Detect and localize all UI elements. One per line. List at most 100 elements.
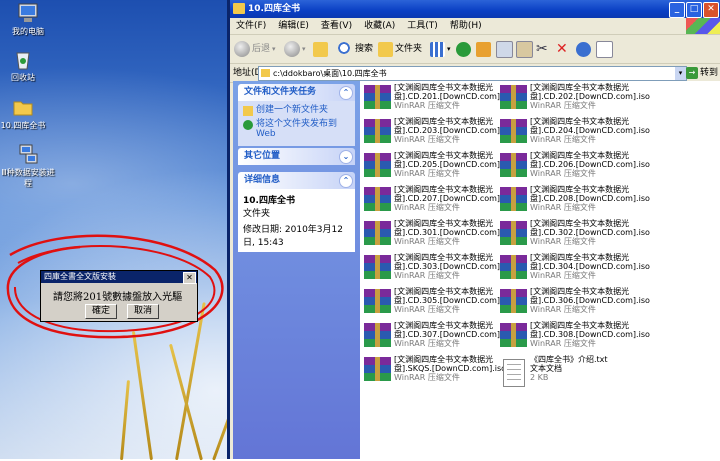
file-name-line2: 盘].CD.306.[DownCD.com].iso — [530, 296, 650, 305]
copy-to-button[interactable] — [496, 40, 513, 58]
back-button[interactable]: 后退 ▾ — [234, 40, 276, 58]
new-folder-icon — [243, 106, 253, 116]
task-publish-web[interactable]: 将这个文件夹发布到 Web — [243, 119, 350, 139]
details-panel: 详细信息 ⌃ 10.四库全书 文件夹 修改日期: 2010年3月12日, 15:… — [238, 172, 355, 252]
views-icon — [430, 41, 445, 57]
file-name-line2: 盘].CD.304.[DownCD.com].iso — [530, 262, 650, 271]
maximize-button[interactable]: □ — [686, 2, 702, 18]
file-item-rar[interactable]: [文渊阁四库全书文本数据光 盘].CD.302.[DownCD.com].iso W… — [500, 219, 660, 253]
window-title: 10.四库全书 — [248, 4, 300, 14]
file-name-line1: [文渊阁四库全书文本数据光 — [530, 321, 630, 330]
winrar-archive-icon — [364, 119, 391, 145]
expand-chevron-icon[interactable]: ⌄ — [339, 150, 353, 164]
details-header[interactable]: 详细信息 ⌃ — [238, 172, 355, 189]
file-type: WinRAR 压缩文件 — [530, 339, 596, 348]
menu-favorites[interactable]: 收藏(A) — [358, 21, 401, 31]
search-icon — [338, 41, 353, 57]
menu-file[interactable]: 文件(F) — [230, 21, 272, 31]
address-dropdown-icon[interactable]: ▾ — [675, 67, 686, 80]
desktop-icon-installer[interactable]: Ⅲ种数据安装进程 — [0, 143, 56, 189]
winrar-archive-icon — [364, 153, 391, 179]
window-titlebar[interactable]: 10.四库全书 _ □ ✕ — [230, 0, 720, 18]
file-type: WinRAR 压缩文件 — [530, 135, 596, 144]
file-name-line2: 盘].CD.302.[DownCD.com].iso — [530, 228, 650, 237]
address-input[interactable]: c:\ddokbaro\桌面\10.四库全书 ▾ — [258, 66, 687, 81]
go-button[interactable]: → 转到 — [686, 66, 718, 80]
forward-arrow-icon — [284, 41, 300, 57]
grass-stalk — [168, 343, 203, 461]
dropdown-arrow-icon: ▾ — [272, 45, 276, 53]
refresh-button[interactable] — [456, 40, 471, 58]
desktop-icon-label: 我的电脑 — [12, 27, 44, 36]
close-button[interactable]: ✕ — [703, 2, 719, 18]
undo-button[interactable] — [576, 40, 591, 58]
details-type: 文件夹 — [243, 209, 271, 219]
search-button[interactable]: 搜索 — [338, 40, 373, 58]
properties-icon — [596, 40, 613, 58]
file-item-rar[interactable]: [文渊阁四库全书文本数据光 盘].CD.202.[DownCD.com].iso W… — [500, 83, 660, 117]
folder-icon — [261, 69, 270, 77]
paste-button[interactable] — [516, 40, 533, 58]
details-name: 10.四库全书 — [243, 196, 295, 206]
task-new-folder[interactable]: 创建一个新文件夹 — [243, 105, 350, 116]
grass-stalk — [131, 331, 153, 461]
up-folder-button[interactable] — [313, 40, 328, 58]
winrar-archive-icon — [364, 357, 391, 383]
cut-button[interactable]: ✂ — [536, 40, 548, 58]
forward-button[interactable]: ▾ — [284, 40, 306, 58]
desktop-icon-recycle-bin[interactable]: 回收站 — [0, 48, 51, 83]
minimize-button[interactable]: _ — [669, 2, 685, 18]
file-name-line1: [文渊阁四库全书文本数据光 — [530, 117, 630, 126]
desktop-icon-siku-folder[interactable]: 10.四库全书 — [0, 96, 51, 131]
globe-icon — [243, 120, 253, 130]
install-dialog: 四庫全書全文版安裝 ✕ 請您將201號數據盤放入光驅 確定 取消 — [40, 270, 198, 322]
home-button[interactable] — [476, 40, 491, 58]
file-name-line2: 盘].CD.204.[DownCD.com].iso — [530, 126, 650, 135]
windows-logo-icon — [686, 18, 720, 34]
properties-button[interactable] — [596, 40, 613, 58]
winrar-archive-icon — [500, 153, 527, 179]
collapse-chevron-icon[interactable]: ⌃ — [339, 86, 353, 100]
file-item-rar[interactable]: [文渊阁四库全书文本数据光 盘].CD.304.[DownCD.com].iso W… — [500, 253, 660, 287]
cancel-button[interactable]: 取消 — [127, 304, 159, 319]
menu-help[interactable]: 帮助(H) — [444, 21, 488, 31]
file-tasks-header[interactable]: 文件和文件夹任务 ⌃ — [238, 84, 355, 101]
folders-button[interactable]: 文件夹 — [378, 40, 422, 58]
menu-view[interactable]: 查看(V) — [315, 21, 358, 31]
file-type: WinRAR 压缩文件 — [530, 101, 596, 110]
dropdown-arrow-icon: ▾ — [302, 45, 306, 53]
grass-stalk — [120, 380, 130, 461]
dialog-close-button[interactable]: ✕ — [183, 272, 196, 284]
file-name-line1: [文渊阁四库全书文本数据光 — [530, 151, 630, 160]
other-places-header[interactable]: 其它位置 ⌄ — [238, 148, 355, 165]
menu-tools[interactable]: 工具(T) — [401, 21, 444, 31]
file-item-txt[interactable]: 《四库全书》介绍.txt 文本文档 2 KB — [500, 355, 660, 389]
dialog-title: 四庫全書全文版安裝 — [44, 272, 116, 281]
file-type: WinRAR 压缩文件 — [530, 305, 596, 314]
file-tasks-panel: 文件和文件夹任务 ⌃ 创建一个新文件夹 将这个文件夹发布到 Web — [238, 84, 355, 146]
file-item-rar[interactable]: [文渊阁四库全书文本数据光 盘].CD.208.[DownCD.com].iso W… — [500, 185, 660, 219]
folder-icon — [12, 96, 34, 118]
file-name-line2: 盘].CD.202.[DownCD.com].iso — [530, 92, 650, 101]
desktop-icon-label: Ⅲ种数据安装进程 — [1, 168, 55, 188]
file-item-rar[interactable]: [文渊阁四库全书文本数据光 盘].CD.308.[DownCD.com].iso W… — [500, 321, 660, 355]
desktop-icon-my-computer[interactable]: 我的电脑 — [0, 2, 56, 37]
desktop-icon-label: 10.四库全书 — [0, 121, 46, 130]
file-type: WinRAR 压缩文件 — [530, 169, 596, 178]
dialog-titlebar[interactable]: 四庫全書全文版安裝 ✕ — [41, 271, 197, 284]
back-arrow-icon — [234, 41, 250, 57]
file-item-rar[interactable]: [文渊阁四库全书文本数据光 盘].CD.306.[DownCD.com].iso W… — [500, 287, 660, 321]
toolbar: 后退 ▾ ▾ 搜索 文件夹 ▾ ✂ ✕ — [230, 35, 720, 64]
details-modified: 修改日期: 2010年3月12日, 15:43 — [243, 225, 343, 248]
winrar-archive-icon — [500, 323, 527, 349]
views-button[interactable]: ▾ — [430, 40, 451, 58]
delete-button[interactable]: ✕ — [556, 40, 568, 58]
text-document-icon — [500, 357, 527, 387]
menu-edit[interactable]: 编辑(E) — [272, 21, 315, 31]
collapse-chevron-icon[interactable]: ⌃ — [339, 174, 353, 188]
ok-button[interactable]: 確定 — [85, 304, 117, 319]
file-item-rar[interactable]: [文渊阁四库全书文本数据光 盘].CD.206.[DownCD.com].iso W… — [500, 151, 660, 185]
file-type: WinRAR 压缩文件 — [530, 271, 596, 280]
file-item-rar[interactable]: [文渊阁四库全书文本数据光 盘].CD.204.[DownCD.com].iso W… — [500, 117, 660, 151]
winrar-archive-icon — [364, 289, 391, 315]
